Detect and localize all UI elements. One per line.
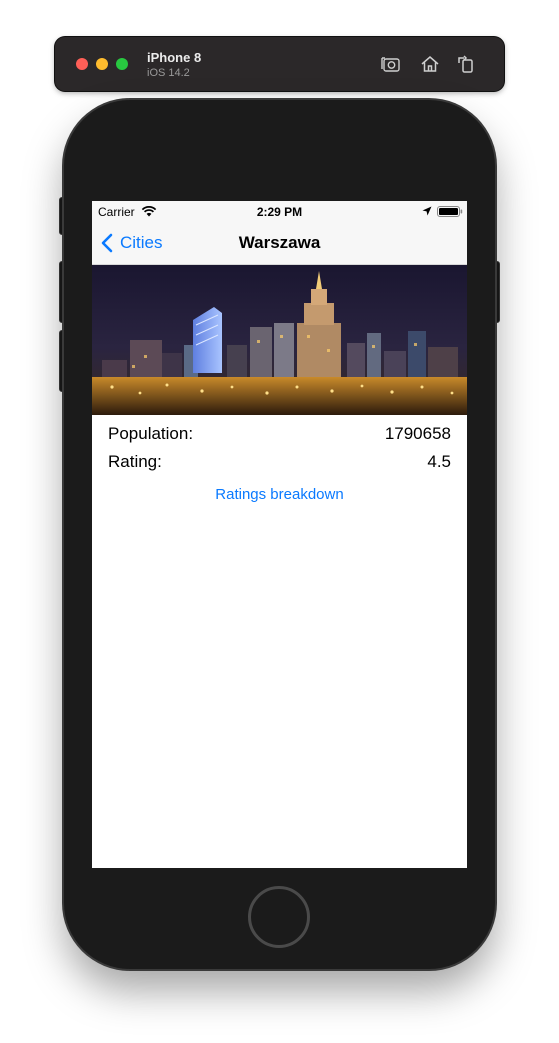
population-value: 1790658: [384, 424, 451, 443]
device-home-button[interactable]: [248, 886, 310, 948]
app-screen: Carrier 2:29 PM Cities Warszawa Populati…: [92, 201, 467, 868]
population-label: Population:: [108, 424, 194, 443]
status-time: 2:29 PM: [256, 205, 303, 219]
minimize-window-button[interactable]: [96, 58, 108, 70]
navigation-bar: Cities Warszawa: [92, 221, 467, 265]
ratings-breakdown-button[interactable]: Ratings breakdown: [92, 486, 467, 503]
screenshot-icon[interactable]: [380, 53, 402, 75]
city-image: [92, 265, 467, 415]
rating-row: Rating: 4.5: [108, 451, 451, 473]
location-arrow-icon: [422, 206, 432, 216]
simulator-device-name: iPhone 8: [147, 50, 202, 65]
close-window-button[interactable]: [76, 58, 88, 70]
simulator-os-version: iOS 14.2: [147, 67, 190, 79]
simulator-toolbar: iPhone 8 iOS 14.2: [55, 37, 504, 91]
rotate-icon[interactable]: [455, 53, 477, 75]
status-bar: Carrier 2:29 PM: [92, 201, 467, 221]
page-title: Warszawa: [238, 233, 321, 252]
population-row: Population: 1790658: [108, 423, 451, 445]
home-icon[interactable]: [419, 53, 441, 75]
rating-value: 4.5: [427, 452, 451, 471]
rating-label: Rating:: [108, 452, 162, 471]
zoom-window-button[interactable]: [116, 58, 128, 70]
battery-icon: [437, 206, 463, 217]
